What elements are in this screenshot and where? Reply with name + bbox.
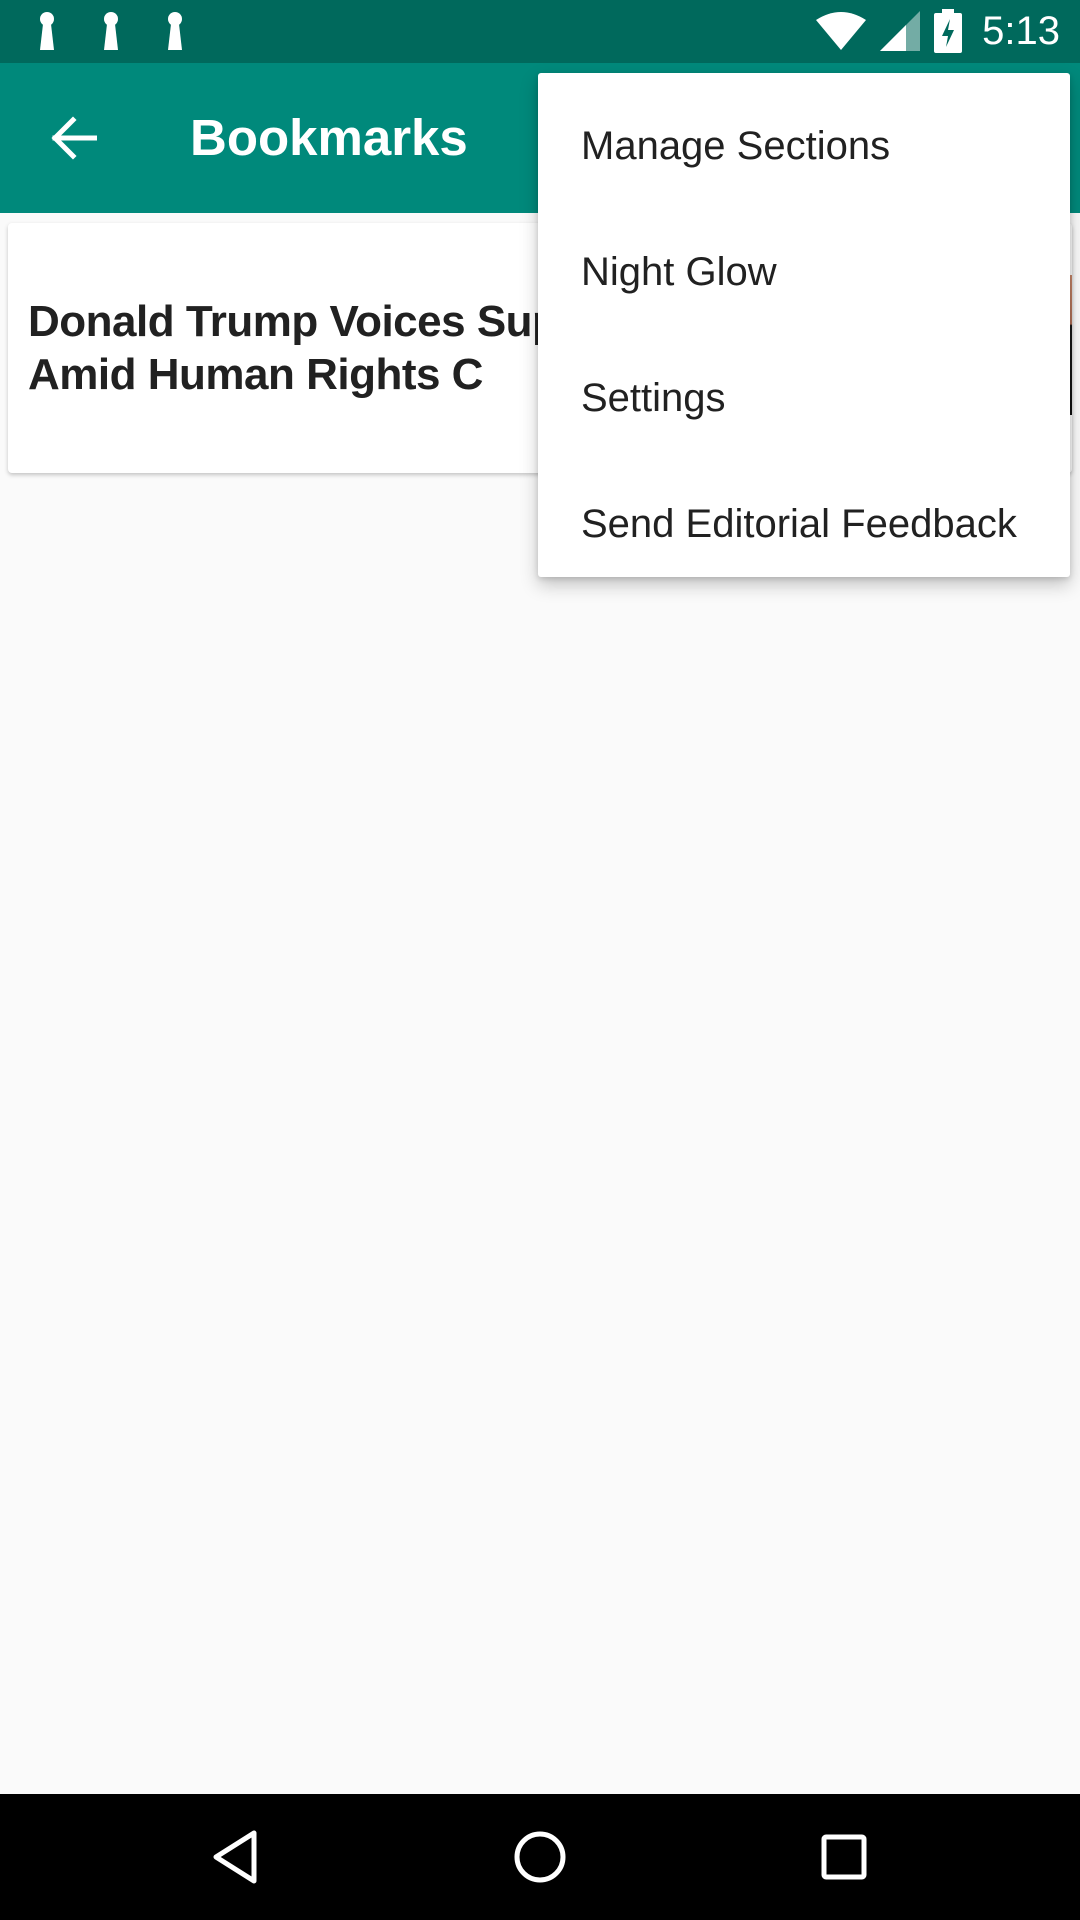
navigation-bar: [0, 1794, 1080, 1920]
page-title: Bookmarks: [190, 109, 468, 166]
menu-item-settings[interactable]: Settings: [538, 335, 1070, 461]
back-button[interactable]: [40, 105, 106, 171]
system-icons: 5:13: [816, 8, 1060, 54]
status-bar: 5:13: [0, 0, 1080, 63]
overflow-menu: Manage Sections Night Glow Settings Send…: [538, 73, 1070, 577]
status-time: 5:13: [982, 9, 1060, 53]
cell-signal-icon: [880, 11, 921, 51]
keyhole-icon: [104, 12, 118, 50]
recents-square-icon[interactable]: [814, 1827, 874, 1887]
menu-item-manage-sections[interactable]: Manage Sections: [538, 83, 1070, 209]
wifi-icon: [816, 12, 867, 50]
battery-charging-icon: [934, 9, 963, 53]
keyhole-icon: [40, 12, 54, 50]
keyhole-icon: [168, 12, 182, 50]
menu-item-night-glow[interactable]: Night Glow: [538, 209, 1070, 335]
notification-icons: [30, 10, 204, 54]
back-triangle-icon[interactable]: [206, 1827, 266, 1887]
home-circle-icon[interactable]: [510, 1827, 570, 1887]
menu-item-send-editorial-feedback[interactable]: Send Editorial Feedback: [538, 461, 1070, 587]
arrow-back-icon: [51, 116, 97, 160]
